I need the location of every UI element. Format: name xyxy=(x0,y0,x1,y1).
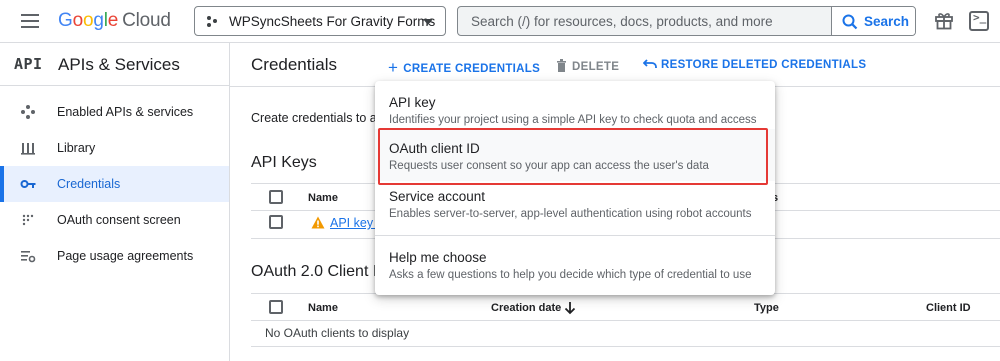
api-badge-icon: API xyxy=(14,55,43,73)
project-name: WPSyncSheets For Gravity Forms xyxy=(229,14,436,29)
column-creation-date[interactable]: Creation date xyxy=(491,302,561,314)
sidebar-item-enabled-apis[interactable]: Enabled APIs & services xyxy=(0,94,229,130)
restore-label: RESTORE DELETED CREDENTIALS xyxy=(661,59,867,71)
sidebar-item-page-usage[interactable]: Page usage agreements xyxy=(0,238,229,274)
delete-button[interactable]: DELETE xyxy=(556,57,619,73)
google-cloud-logo[interactable]: Google Cloud xyxy=(58,10,171,32)
menu-item-title: Help me choose xyxy=(389,250,487,265)
create-credentials-label: CREATE CREDENTIALS xyxy=(403,63,541,75)
select-all-checkbox[interactable] xyxy=(269,190,283,204)
cloud-shell-icon[interactable]: >_ xyxy=(969,11,989,31)
search-bar[interactable]: Search (/) for resources, docs, products… xyxy=(457,6,916,36)
sidebar-header: API APIs & Services xyxy=(0,43,229,86)
top-bar: Google Cloud WPSyncSheets For Gravity For… xyxy=(0,0,1000,43)
search-button-label: Search xyxy=(864,14,910,29)
project-selector[interactable]: WPSyncSheets For Gravity Forms xyxy=(194,6,446,36)
sidebar-item-credentials[interactable]: Credentials xyxy=(0,166,229,202)
sidebar-title: APIs & Services xyxy=(58,55,180,74)
trash-icon xyxy=(557,59,566,72)
settings-list-icon xyxy=(21,251,36,263)
column-type: Type xyxy=(754,302,779,314)
arrow-down-icon[interactable] xyxy=(564,301,576,315)
sidebar-item-label: OAuth consent screen xyxy=(57,213,181,227)
diamond-dots-icon xyxy=(21,105,35,119)
menu-item-help-me-choose[interactable]: Help me choose Asks a few questions to h… xyxy=(375,236,775,293)
column-client-id: Client ID xyxy=(926,302,971,314)
oauth-table-header: Name Creation date Type Client ID xyxy=(251,293,1000,321)
menu-item-description: Asks a few questions to help you decide … xyxy=(389,269,752,281)
column-name: Name xyxy=(308,192,338,204)
delete-label: DELETE xyxy=(572,61,620,73)
search-icon xyxy=(842,14,858,30)
sidebar-item-label: Enabled APIs & services xyxy=(57,105,194,119)
restore-deleted-button[interactable]: RESTORE DELETED CREDENTIALS xyxy=(642,57,867,71)
key-icon xyxy=(20,180,36,188)
undo-icon xyxy=(642,59,657,68)
create-credentials-button[interactable]: + CREATE CREDENTIALS xyxy=(388,57,540,77)
sidebar: API APIs & Services Enabled APIs & servi… xyxy=(0,43,230,361)
sidebar-item-label: Library xyxy=(57,141,96,155)
library-icon xyxy=(21,143,35,155)
row-checkbox[interactable] xyxy=(269,215,283,229)
gift-icon[interactable] xyxy=(934,10,954,30)
menu-item-description: Identifies your project using a simple A… xyxy=(389,114,757,126)
menu-item-title: API key xyxy=(389,95,436,110)
consent-icon xyxy=(22,214,34,226)
chevron-down-icon xyxy=(423,19,433,25)
menu-icon[interactable] xyxy=(21,14,39,28)
project-icon xyxy=(207,16,219,28)
page-title: Credentials xyxy=(251,55,337,74)
api-keys-title: API Keys xyxy=(251,154,317,171)
intro-text: Create credentials to acc xyxy=(251,111,390,125)
annotation-highlight-box xyxy=(378,128,768,185)
oauth-title: OAuth 2.0 Client I xyxy=(251,263,378,280)
menu-item-api-key[interactable]: API key Identifies your project using a … xyxy=(375,81,775,129)
sidebar-item-library[interactable]: Library xyxy=(0,130,229,166)
menu-item-service-account[interactable]: Service account Enables server-to-server… xyxy=(375,181,775,233)
empty-state-text: No OAuth clients to display xyxy=(265,326,410,340)
menu-item-title: Service account xyxy=(389,189,486,204)
warning-icon xyxy=(311,216,325,229)
search-button[interactable]: Search xyxy=(831,7,915,35)
row-divider xyxy=(251,346,1000,347)
create-credentials-menu: API key Identifies your project using a … xyxy=(375,81,775,295)
sidebar-item-oauth-consent[interactable]: OAuth consent screen xyxy=(0,202,229,238)
search-input[interactable]: Search (/) for resources, docs, products… xyxy=(471,14,773,29)
menu-item-description: Enables server-to-server, app-level auth… xyxy=(389,208,752,220)
sidebar-item-label: Page usage agreements xyxy=(57,249,194,263)
plus-icon: + xyxy=(388,58,399,77)
select-all-checkbox[interactable] xyxy=(269,300,283,314)
column-name: Name xyxy=(308,302,338,314)
sidebar-item-label: Credentials xyxy=(57,177,121,191)
